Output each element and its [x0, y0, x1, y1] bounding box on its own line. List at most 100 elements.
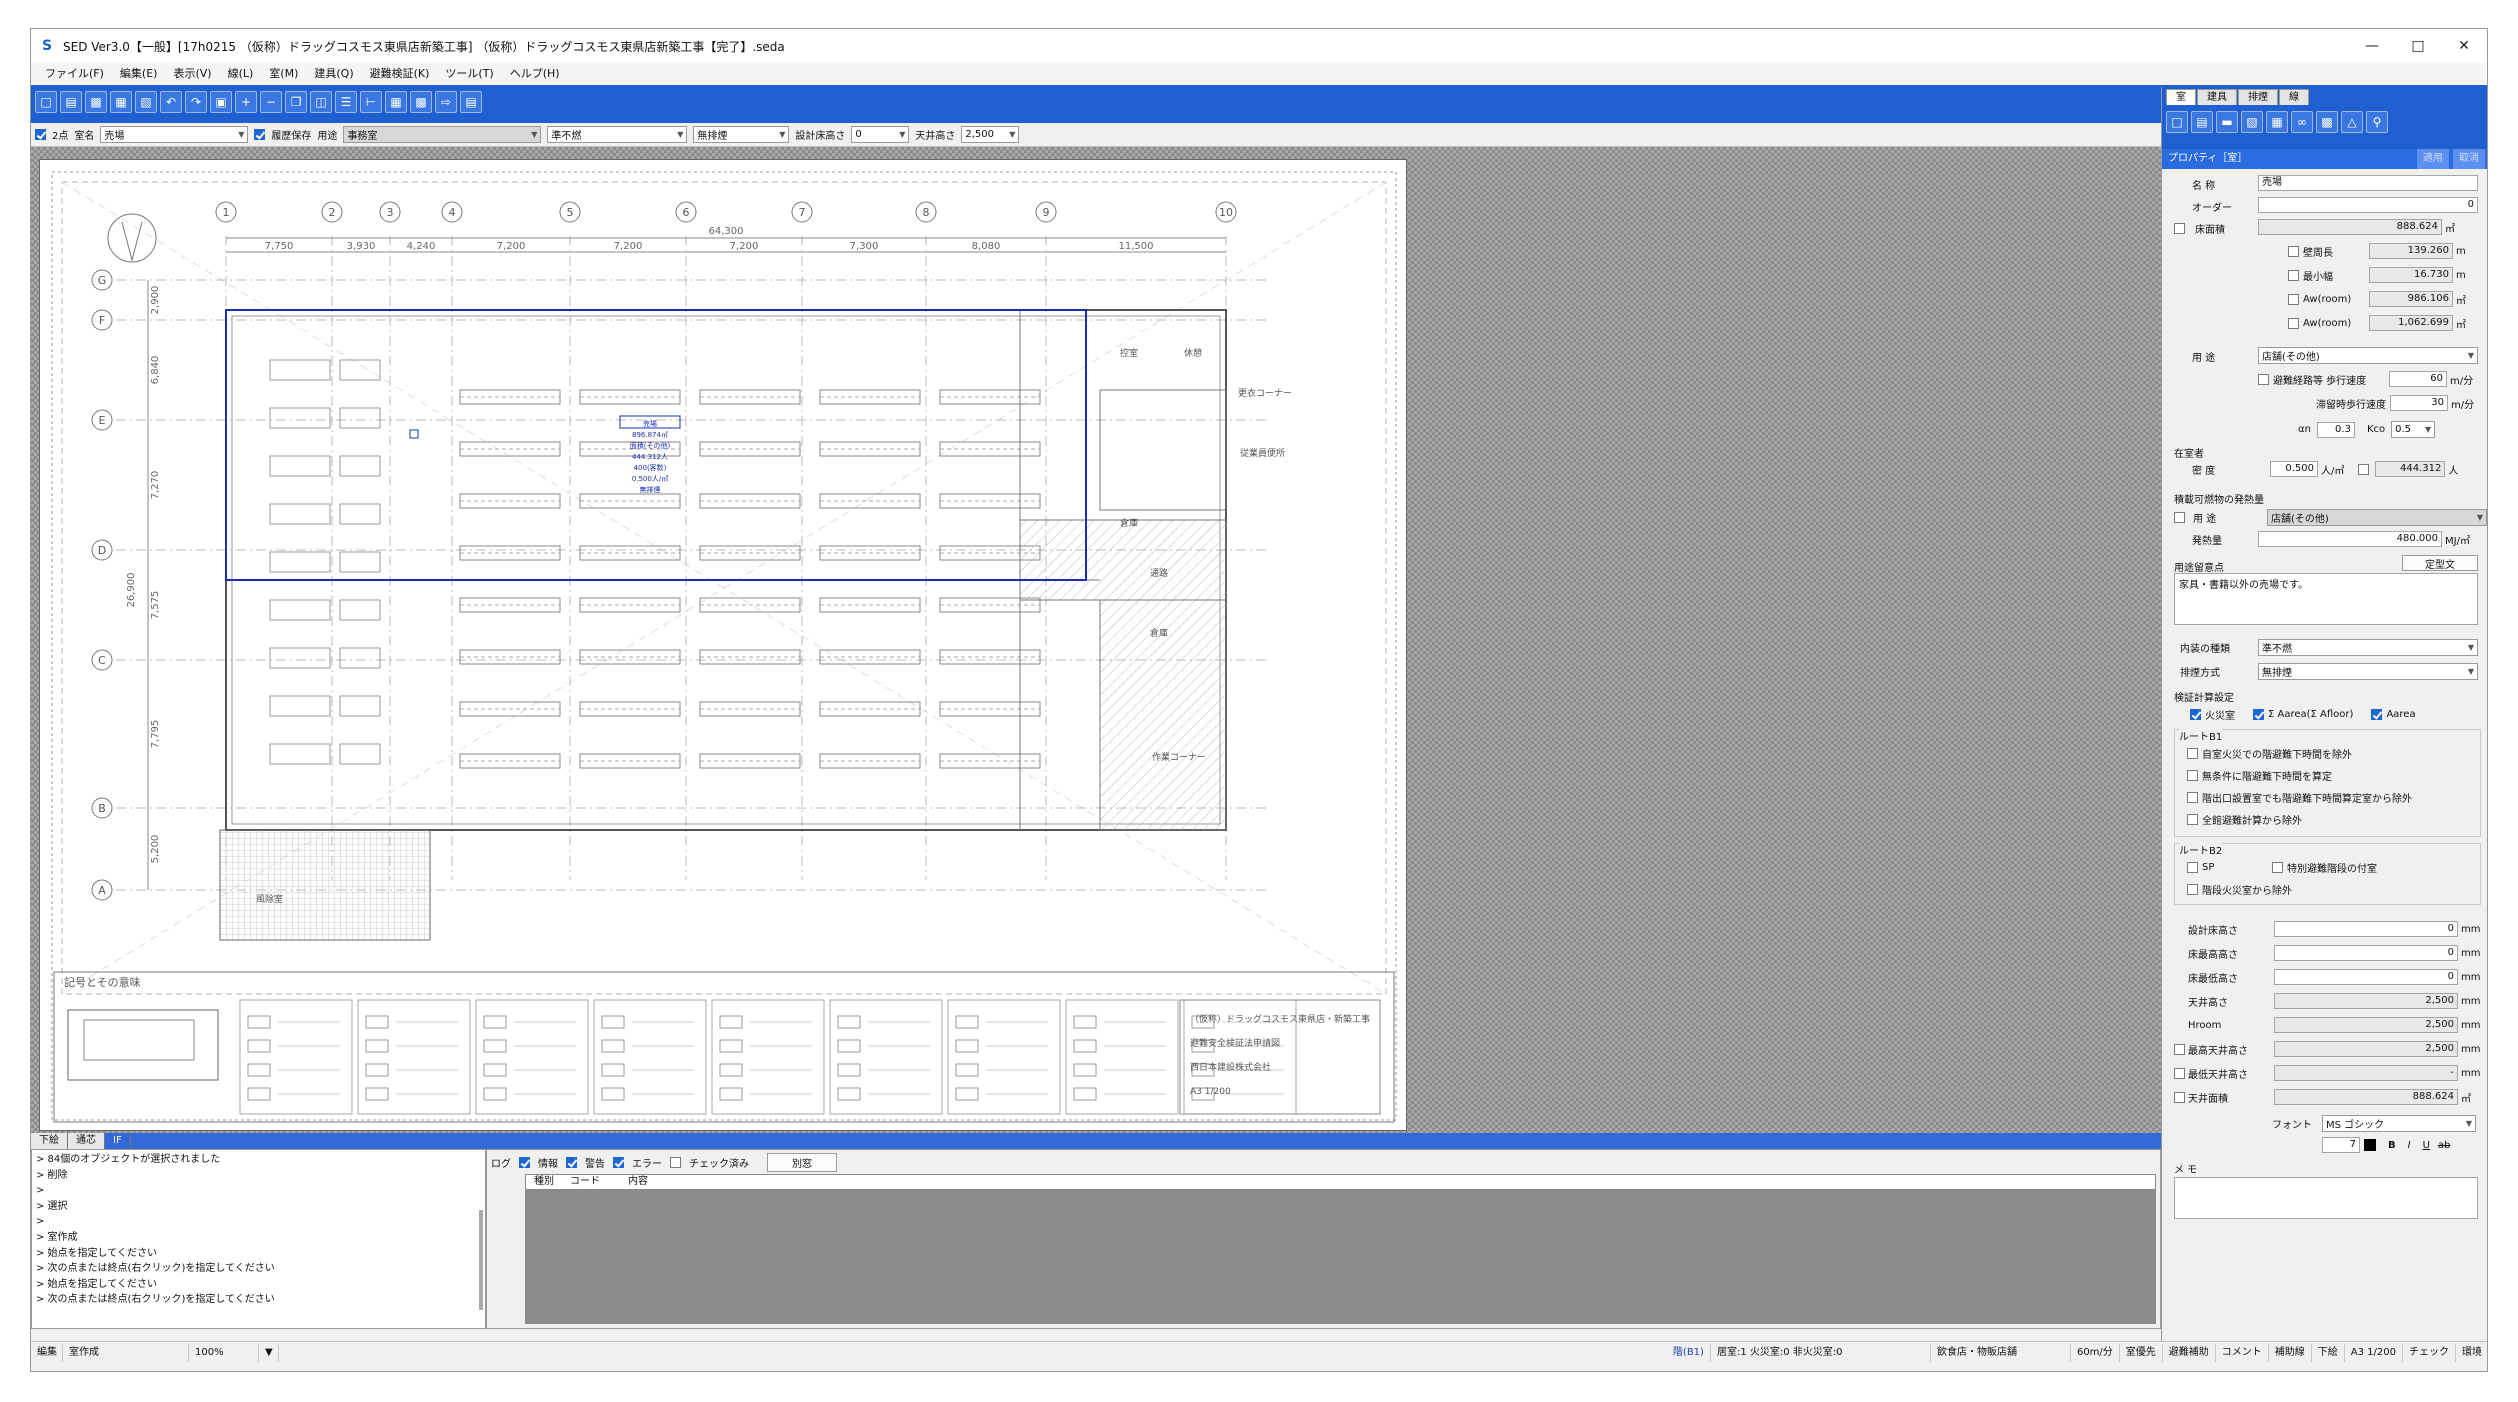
- menu-view[interactable]: 表示(V): [165, 63, 219, 85]
- order-input[interactable]: 0: [2258, 197, 2478, 213]
- tab-line[interactable]: 線: [2279, 89, 2309, 105]
- apply-button[interactable]: 適用: [2417, 149, 2449, 169]
- min-ceiling-checkbox[interactable]: [2174, 1067, 2185, 1079]
- stair-tool-icon[interactable]: ▤: [2191, 111, 2213, 133]
- b2-special-checkbox[interactable]: [2272, 862, 2283, 873]
- history-save-checkbox[interactable]: [254, 129, 266, 140]
- maximize-icon[interactable]: □: [2395, 29, 2441, 63]
- export-icon[interactable]: ⇨: [435, 91, 457, 113]
- status-aux-line[interactable]: 補助線: [2269, 1343, 2312, 1362]
- comb-use-select[interactable]: 店舗(その他) ▼: [2267, 509, 2487, 526]
- log-col-code[interactable]: コード: [562, 1175, 608, 1189]
- key-tool-icon[interactable]: ⚲: [2366, 111, 2388, 133]
- open-file-icon[interactable]: ▤: [60, 91, 82, 113]
- floor-min-height-input[interactable]: 0: [2274, 969, 2458, 985]
- log-info-checkbox[interactable]: [519, 1156, 530, 1168]
- paste-icon[interactable]: ◫: [310, 91, 332, 113]
- stay-speed-input[interactable]: 30: [2390, 395, 2448, 411]
- status-zoom-dropdown[interactable]: ▼: [259, 1343, 279, 1362]
- copy-icon[interactable]: ❐: [285, 91, 307, 113]
- status-room-priority[interactable]: 室優先: [2120, 1343, 2163, 1362]
- menu-file[interactable]: ファイル(F): [37, 63, 112, 85]
- log-table-body[interactable]: [525, 1190, 2156, 1324]
- font-color-swatch[interactable]: [2364, 1139, 2376, 1151]
- link-tool-icon[interactable]: ∞: [2291, 111, 2313, 133]
- fire-room-checkbox[interactable]: [2190, 709, 2201, 720]
- aw-room-checkbox-1[interactable]: [2288, 293, 2299, 305]
- menu-help[interactable]: ヘルプ(H): [502, 63, 568, 85]
- b1-option-2-checkbox[interactable]: [2187, 770, 2198, 781]
- layer-icon[interactable]: ▧: [135, 91, 157, 113]
- density-input[interactable]: 0.500: [2270, 461, 2318, 477]
- log-warn-checkbox[interactable]: [566, 1156, 577, 1168]
- an-input[interactable]: 0.3: [2316, 421, 2355, 438]
- notes-textarea[interactable]: 家具・書籍以外の売場です。: [2174, 573, 2478, 625]
- min-width-checkbox[interactable]: [2288, 269, 2299, 281]
- bold-button[interactable]: B: [2388, 1140, 2396, 1151]
- design-floor-height-input[interactable]: 0: [2274, 921, 2458, 937]
- minimize-icon[interactable]: —: [2349, 29, 2395, 63]
- calc-tool-icon[interactable]: ▩: [2316, 111, 2338, 133]
- status-environment[interactable]: 環境: [2456, 1344, 2487, 1362]
- report-icon[interactable]: ▤: [460, 91, 482, 113]
- status-comment[interactable]: コメント: [2216, 1343, 2269, 1362]
- italic-button[interactable]: I: [2408, 1140, 2411, 1151]
- menu-evacuation[interactable]: 避難検証(K): [362, 63, 438, 85]
- save-file-icon[interactable]: ▩: [85, 91, 107, 113]
- b2-stair-checkbox[interactable]: [2187, 884, 2198, 895]
- cancel-button[interactable]: 取消: [2453, 149, 2485, 169]
- zoom-out-icon[interactable]: −: [260, 91, 282, 113]
- log-col-type[interactable]: 種別: [526, 1175, 562, 1189]
- ceiling-area-checkbox[interactable]: [2174, 1091, 2185, 1103]
- font-size-input[interactable]: 7: [2322, 1137, 2360, 1153]
- b2-sp-checkbox[interactable]: [2187, 862, 2198, 873]
- wall-tool-icon[interactable]: ▬: [2216, 111, 2238, 133]
- tab-smoke[interactable]: 排煙: [2238, 89, 2278, 105]
- b1-option-3-checkbox[interactable]: [2187, 792, 2198, 803]
- tab-door[interactable]: 建具: [2197, 89, 2237, 105]
- log-checked-checkbox[interactable]: [670, 1156, 681, 1168]
- room-tool-icon[interactable]: □: [2166, 111, 2188, 133]
- align-icon[interactable]: ☰: [335, 91, 357, 113]
- menu-room[interactable]: 室(M): [261, 63, 306, 85]
- smoke-select[interactable]: 無排煙 ▼: [693, 126, 790, 143]
- room-name-select[interactable]: 売場 ▼: [100, 126, 249, 143]
- memo-textarea[interactable]: [2174, 1177, 2478, 1219]
- close-icon[interactable]: ✕: [2441, 29, 2487, 63]
- name-input[interactable]: 売場: [2258, 175, 2478, 191]
- comb-use-checkbox[interactable]: [2174, 512, 2185, 523]
- floor-max-height-input[interactable]: 0: [2274, 945, 2458, 961]
- log-error-checkbox[interactable]: [613, 1156, 624, 1168]
- menu-tools[interactable]: ツール(T): [437, 63, 501, 85]
- sum-area-checkbox[interactable]: [2253, 709, 2264, 720]
- strike-button[interactable]: ab: [2438, 1140, 2450, 1151]
- evac-speed-input[interactable]: 60: [2389, 371, 2447, 387]
- ceiling-height-select[interactable]: 2,500 ▼: [961, 126, 1020, 143]
- print-icon[interactable]: ▦: [110, 91, 132, 113]
- floor-height-select[interactable]: 0 ▼: [851, 126, 910, 143]
- drawing-sheet[interactable]: 1 2 3 4 5 6 7 8 9 10 G F E D C B A 64,300 7,750 3,930 4,24…: [39, 159, 1407, 1131]
- aw-room-checkbox-2[interactable]: [2288, 317, 2299, 329]
- tab-underlay[interactable]: 下絵: [31, 1133, 68, 1149]
- people-checkbox[interactable]: [2358, 463, 2370, 475]
- use-select[interactable]: 事務室 ▼: [343, 126, 542, 143]
- aarea-checkbox[interactable]: [2371, 709, 2383, 720]
- finish-select[interactable]: 準不燃 ▼: [547, 126, 688, 143]
- fire-tool-icon[interactable]: △: [2341, 111, 2363, 133]
- status-check[interactable]: チェック: [2403, 1343, 2456, 1362]
- menu-line[interactable]: 線(L): [220, 63, 262, 85]
- b1-option-4-checkbox[interactable]: [2187, 814, 2198, 825]
- log-col-content[interactable]: 内容: [608, 1175, 656, 1189]
- smoke-method-select[interactable]: 無排煙 ▼: [2258, 663, 2478, 680]
- grid-icon[interactable]: ▩: [410, 91, 432, 113]
- menu-edit[interactable]: 編集(E): [112, 63, 166, 85]
- zoom-in-icon[interactable]: +: [235, 91, 257, 113]
- heat-input[interactable]: 480.000: [2258, 531, 2442, 547]
- dimension-icon[interactable]: ⊢: [360, 91, 382, 113]
- use-select[interactable]: 店舗(その他) ▼: [2258, 347, 2478, 364]
- b1-option-1-checkbox[interactable]: [2187, 748, 2198, 759]
- door-tool-icon[interactable]: ▧: [2241, 111, 2263, 133]
- undo-icon[interactable]: ↶: [160, 91, 182, 113]
- floor-plan[interactable]: 1 2 3 4 5 6 7 8 9 10 G F E D C B A 64,300 7,750 3,930 4,24…: [40, 160, 1408, 1132]
- max-ceiling-checkbox[interactable]: [2174, 1043, 2185, 1055]
